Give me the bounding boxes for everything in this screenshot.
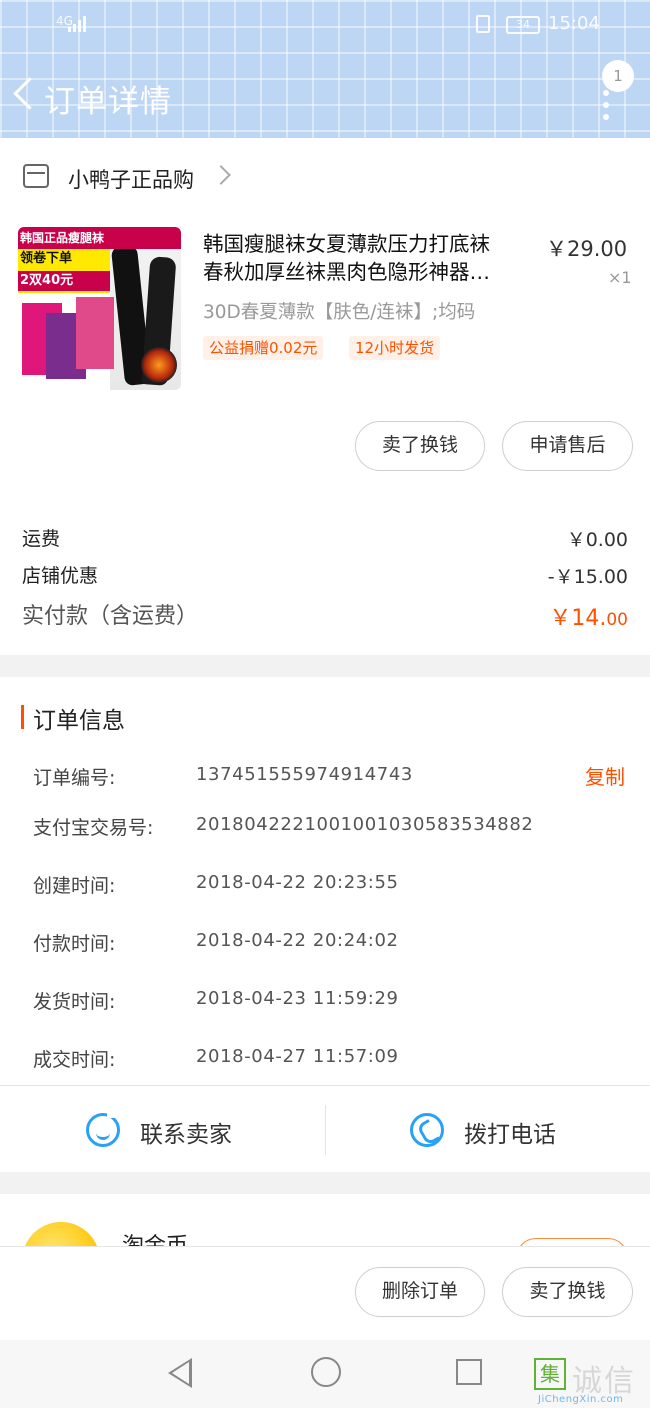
nav-bar: 订单详情 (0, 66, 650, 126)
shipping-fee-label: 运费 (22, 528, 61, 550)
image-caption-3: 2双40元 (18, 271, 110, 291)
nav-recents-icon[interactable] (456, 1359, 482, 1385)
shop-name: 小鸭子正品购 (68, 168, 194, 192)
alipay-trade-value: 2018042221001001030583534882 (196, 814, 534, 835)
shop-row[interactable]: 小鸭子正品购 (0, 138, 650, 218)
shipped-time-label: 发货时间: (33, 991, 116, 1013)
product-sku: 30D春夏薄款【肤色/连袜】;均码 (203, 302, 476, 323)
fire-icon (141, 347, 177, 383)
chevron-right-icon (211, 165, 231, 185)
contact-seller-label: 联系卖家 (140, 1122, 232, 1148)
shipped-time-value: 2018-04-23 11:59:29 (196, 988, 399, 1009)
created-time-label: 创建时间: (33, 875, 116, 897)
shipping-fee-value: ￥0.00 (566, 529, 628, 551)
resell-button[interactable]: 卖了换钱 (355, 421, 485, 471)
vibrate-icon (476, 15, 490, 33)
app-header: 4G 34 15:04 订单详情 1 (0, 0, 650, 138)
watermark-url: JiChengXin.com (538, 1394, 624, 1405)
vertical-divider (325, 1105, 326, 1155)
divider (0, 1085, 650, 1086)
clock: 15:04 (548, 13, 600, 34)
more-icon[interactable] (598, 90, 614, 120)
paid-time-label: 付款时间: (33, 933, 116, 955)
completed-time-label: 成交时间: (33, 1049, 116, 1071)
paid-time-value: 2018-04-22 20:24:02 (196, 930, 399, 951)
section-accent-bar (21, 705, 24, 729)
section-title: 订单信息 (33, 708, 125, 734)
shop-icon (23, 164, 49, 188)
order-product-card: 小鸭子正品购 韩国正品瘦腿袜 领卷下单 2双40元 韩国瘦腿袜女夏薄款压力打底袜… (0, 138, 650, 655)
alipay-trade-label: 支付宝交易号: (33, 817, 154, 839)
completed-time-value: 2018-04-27 11:57:09 (196, 1046, 399, 1067)
shop-discount-label: 店铺优惠 (22, 565, 99, 587)
watermark: 集 诚信 JiChengXin.com (534, 1356, 650, 1408)
page-title: 订单详情 (44, 84, 172, 120)
nav-back-icon[interactable] (168, 1358, 192, 1388)
resell-bottom-button[interactable]: 卖了换钱 (502, 1267, 633, 1317)
nav-home-icon[interactable] (311, 1357, 341, 1387)
status-bar: 4G 34 15:04 (0, 12, 650, 40)
order-number-value: 137451555974914743 (196, 764, 413, 785)
created-time-value: 2018-04-22 20:23:55 (196, 872, 399, 893)
signal-icon (68, 16, 88, 32)
phone-icon (410, 1113, 444, 1147)
message-badge[interactable]: 1 (602, 60, 634, 92)
amount-paid-label: 实付款（含运费） (22, 604, 199, 629)
system-nav-bar: 集 诚信 JiChengXin.com (0, 1340, 650, 1408)
product-price: ￥29.00 (546, 237, 628, 261)
battery-icon: 34 (506, 16, 540, 34)
shipping-tag: 12小时发货 (349, 336, 441, 360)
copy-button[interactable]: 复制 (585, 761, 625, 790)
product-title-line2: 春秋加厚丝袜黑肉色隐形神器… (203, 260, 490, 284)
chat-smile-icon (86, 1110, 120, 1147)
coins-card: 淘金币 (0, 1194, 650, 1254)
after-sales-button[interactable]: 申请售后 (502, 421, 633, 471)
charity-tag: 公益捐赠0.02元 (203, 336, 324, 360)
back-arrow-icon[interactable] (12, 76, 38, 114)
shop-discount-value: -￥15.00 (547, 566, 628, 588)
watermark-logo: 集 (534, 1358, 566, 1390)
product-title-line1: 韩国瘦腿袜女夏薄款压力打底袜 (203, 232, 490, 256)
product-title[interactable]: 韩国瘦腿袜女夏薄款压力打底袜 春秋加厚丝袜黑肉色隐形神器… (203, 230, 539, 286)
contact-seller-button[interactable]: 联系卖家 (86, 1105, 286, 1155)
call-phone-button[interactable]: 拨打电话 (410, 1105, 610, 1155)
bottom-action-bar: 删除订单 卖了换钱 (0, 1246, 650, 1340)
image-caption-1: 韩国正品瘦腿袜 (18, 227, 181, 249)
product-image[interactable]: 韩国正品瘦腿袜 领卷下单 2双40元 (18, 227, 181, 390)
call-phone-label: 拨打电话 (464, 1122, 556, 1148)
order-info-card: 订单信息 订单编号: 137451555974914743 复制 支付宝交易号:… (0, 677, 650, 1172)
delete-order-button[interactable]: 删除订单 (355, 1267, 485, 1317)
amount-paid-value: ￥14.00 (549, 606, 628, 631)
order-number-label: 订单编号: (33, 767, 116, 789)
product-quantity: ×1 (608, 268, 632, 287)
